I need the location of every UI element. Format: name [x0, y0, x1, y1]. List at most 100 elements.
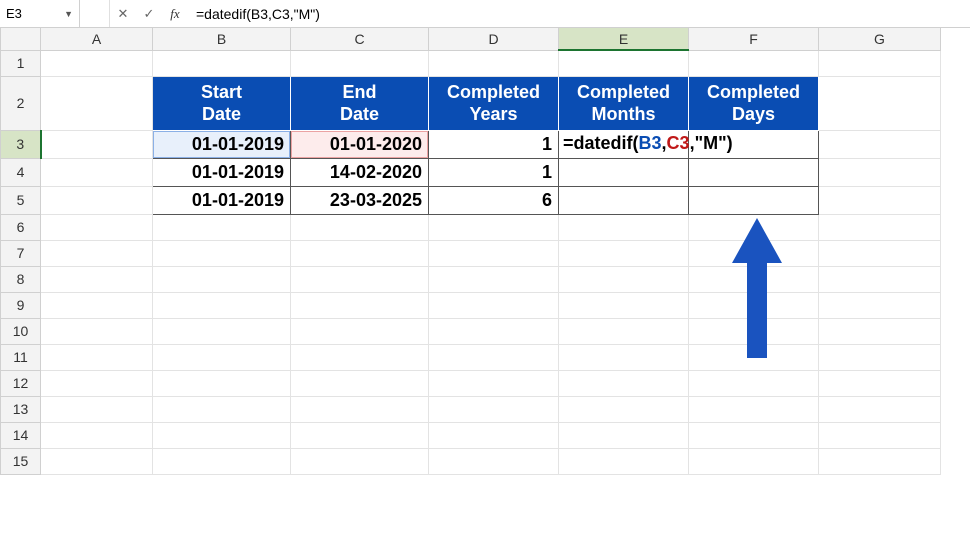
- cell-C12[interactable]: [291, 370, 429, 396]
- cell-D2[interactable]: Completed Years: [429, 76, 559, 130]
- cell-E13[interactable]: [559, 396, 689, 422]
- column-header-F[interactable]: F: [689, 28, 819, 50]
- cell-D3[interactable]: 1: [429, 130, 559, 158]
- cell-C1[interactable]: [291, 50, 429, 76]
- cell-D4[interactable]: 1: [429, 158, 559, 186]
- cell-B8[interactable]: [153, 266, 291, 292]
- cell-E7[interactable]: [559, 240, 689, 266]
- cell-C15[interactable]: [291, 448, 429, 474]
- cell-G7[interactable]: [819, 240, 941, 266]
- cell-G4[interactable]: [819, 158, 941, 186]
- cell-A10[interactable]: [41, 318, 153, 344]
- row-header-11[interactable]: 11: [1, 344, 41, 370]
- cell-E11[interactable]: [559, 344, 689, 370]
- enter-formula-button[interactable]: ✓: [136, 0, 162, 27]
- cell-B7[interactable]: [153, 240, 291, 266]
- row-header-3[interactable]: 3: [1, 130, 41, 158]
- select-all-corner[interactable]: [1, 28, 41, 50]
- cell-G1[interactable]: [819, 50, 941, 76]
- cell-G2[interactable]: [819, 76, 941, 130]
- row-header-15[interactable]: 15: [1, 448, 41, 474]
- cell-F2[interactable]: Completed Days: [689, 76, 819, 130]
- cell-G14[interactable]: [819, 422, 941, 448]
- cell-D1[interactable]: [429, 50, 559, 76]
- cell-B6[interactable]: [153, 214, 291, 240]
- fx-icon[interactable]: fx: [162, 6, 188, 22]
- cell-B1[interactable]: [153, 50, 291, 76]
- chevron-down-icon[interactable]: ▼: [64, 9, 73, 19]
- cell-C9[interactable]: [291, 292, 429, 318]
- cell-E6[interactable]: [559, 214, 689, 240]
- cell-B5[interactable]: 01-01-2019: [153, 186, 291, 214]
- cell-E10[interactable]: [559, 318, 689, 344]
- cell-G9[interactable]: [819, 292, 941, 318]
- cell-E3[interactable]: =datedif(B3,C3,"M"): [559, 130, 689, 158]
- cell-E12[interactable]: [559, 370, 689, 396]
- cell-E4[interactable]: [559, 158, 689, 186]
- cell-B9[interactable]: [153, 292, 291, 318]
- cell-F1[interactable]: [689, 50, 819, 76]
- cell-G15[interactable]: [819, 448, 941, 474]
- row-header-7[interactable]: 7: [1, 240, 41, 266]
- cell-E2[interactable]: Completed Months: [559, 76, 689, 130]
- column-header-E[interactable]: E: [559, 28, 689, 50]
- cell-E5[interactable]: [559, 186, 689, 214]
- cell-G10[interactable]: [819, 318, 941, 344]
- cell-B13[interactable]: [153, 396, 291, 422]
- column-header-B[interactable]: B: [153, 28, 291, 50]
- column-header-C[interactable]: C: [291, 28, 429, 50]
- row-header-14[interactable]: 14: [1, 422, 41, 448]
- cell-B3[interactable]: 01-01-2019: [153, 130, 291, 158]
- column-header-G[interactable]: G: [819, 28, 941, 50]
- cell-D13[interactable]: [429, 396, 559, 422]
- cell-C2[interactable]: End Date: [291, 76, 429, 130]
- cell-A9[interactable]: [41, 292, 153, 318]
- cell-G6[interactable]: [819, 214, 941, 240]
- row-header-2[interactable]: 2: [1, 76, 41, 130]
- cell-C10[interactable]: [291, 318, 429, 344]
- cell-A1[interactable]: [41, 50, 153, 76]
- cell-C5[interactable]: 23-03-2025: [291, 186, 429, 214]
- row-header-13[interactable]: 13: [1, 396, 41, 422]
- cell-A6[interactable]: [41, 214, 153, 240]
- cell-G13[interactable]: [819, 396, 941, 422]
- cell-G5[interactable]: [819, 186, 941, 214]
- cell-G8[interactable]: [819, 266, 941, 292]
- cell-E14[interactable]: [559, 422, 689, 448]
- cell-editing-formula[interactable]: =datedif(B3,C3,"M"): [559, 131, 737, 156]
- cell-E9[interactable]: [559, 292, 689, 318]
- cell-A14[interactable]: [41, 422, 153, 448]
- row-header-9[interactable]: 9: [1, 292, 41, 318]
- cell-D15[interactable]: [429, 448, 559, 474]
- cell-A11[interactable]: [41, 344, 153, 370]
- cell-B11[interactable]: [153, 344, 291, 370]
- cell-C14[interactable]: [291, 422, 429, 448]
- cell-A12[interactable]: [41, 370, 153, 396]
- cell-E1[interactable]: [559, 50, 689, 76]
- row-header-12[interactable]: 12: [1, 370, 41, 396]
- row-header-1[interactable]: 1: [1, 50, 41, 76]
- cell-F14[interactable]: [689, 422, 819, 448]
- cell-D7[interactable]: [429, 240, 559, 266]
- cell-B10[interactable]: [153, 318, 291, 344]
- cell-F5[interactable]: [689, 186, 819, 214]
- cell-A2[interactable]: [41, 76, 153, 130]
- cell-D5[interactable]: 6: [429, 186, 559, 214]
- cell-C6[interactable]: [291, 214, 429, 240]
- name-box[interactable]: E3 ▼: [0, 0, 80, 27]
- cell-C7[interactable]: [291, 240, 429, 266]
- cell-G11[interactable]: [819, 344, 941, 370]
- cell-G3[interactable]: [819, 130, 941, 158]
- cell-F4[interactable]: [689, 158, 819, 186]
- cell-D11[interactable]: [429, 344, 559, 370]
- cancel-formula-button[interactable]: ✕: [110, 0, 136, 27]
- cell-C11[interactable]: [291, 344, 429, 370]
- cell-F13[interactable]: [689, 396, 819, 422]
- cell-C8[interactable]: [291, 266, 429, 292]
- cell-B15[interactable]: [153, 448, 291, 474]
- cell-D12[interactable]: [429, 370, 559, 396]
- formula-input[interactable]: =datedif(B3,C3,"M"): [188, 0, 970, 27]
- cell-C4[interactable]: 14-02-2020: [291, 158, 429, 186]
- cell-D9[interactable]: [429, 292, 559, 318]
- cell-D6[interactable]: [429, 214, 559, 240]
